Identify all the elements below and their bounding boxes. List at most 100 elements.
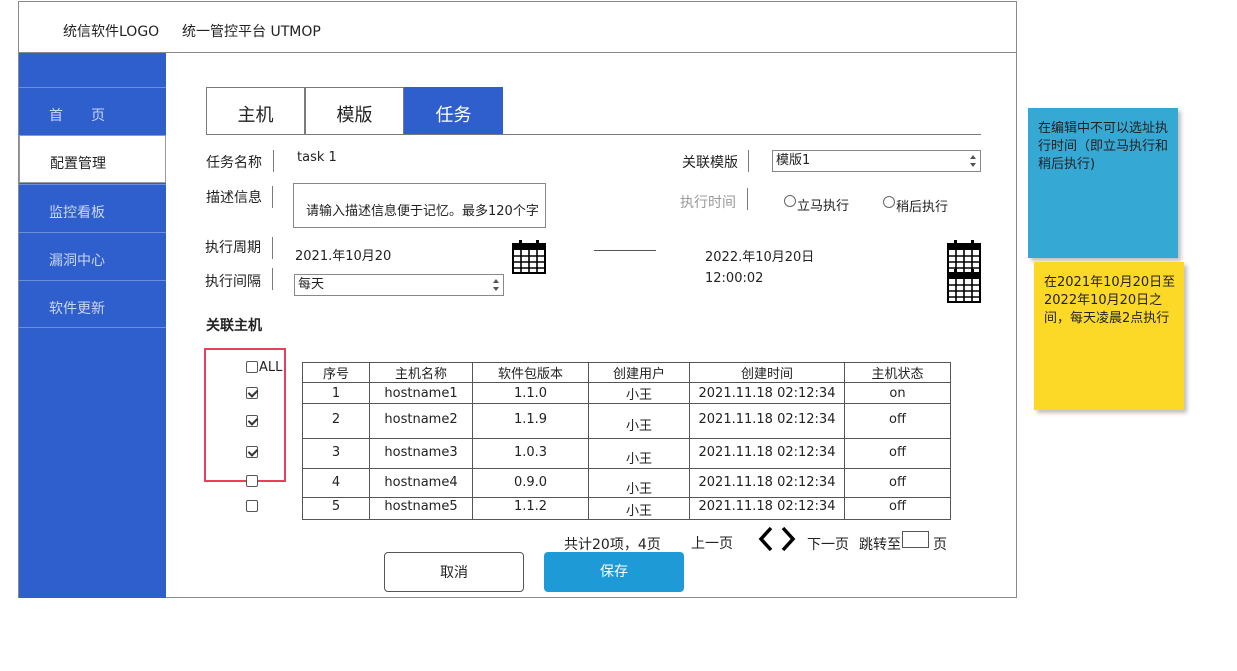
table-row[interactable]: 5 hostname5 1.1.2 小王 2021.11.18 02:12:34… — [302, 497, 951, 520]
jump-label: 跳转至 — [859, 537, 901, 553]
sticky-note-blue: 在编辑中不可以选址执行时间（即立马执行和稍后执行) — [1028, 108, 1178, 258]
cell-user: 小王 — [588, 382, 690, 404]
section-title: 关联主机 — [206, 318, 262, 334]
tab-host[interactable]: 主机 — [206, 87, 305, 135]
sidebar-item-label: 软件更新 — [49, 301, 105, 317]
table-row[interactable]: 1 hostname1 1.1.0 小王 2021.11.18 02:12:34… — [302, 382, 951, 404]
col-header: 主机名称 — [369, 362, 473, 383]
cell-status: off — [844, 403, 951, 439]
sidebar-item-monitor[interactable]: 监控看板 — [19, 184, 166, 232]
tab-task[interactable]: 任务 — [404, 87, 503, 135]
cancel-button[interactable]: 取消 — [384, 552, 524, 592]
time-icon[interactable] — [946, 268, 982, 304]
prev-page-link[interactable]: 上一页 — [691, 533, 733, 553]
cell-name: hostname1 — [369, 382, 473, 404]
cell-user: 小王 — [588, 497, 690, 520]
top-bar: 统信软件LOGO 统一管控平台 UTMOP — [18, 1, 1017, 53]
interval-select-value: 每天 — [298, 277, 325, 292]
cell-status: off — [844, 468, 951, 498]
radio-later-label: 稍后执行 — [896, 200, 949, 215]
app-title: 统一管控平台 UTMOP — [182, 24, 321, 40]
period-label: 执行周期 — [205, 240, 261, 256]
hosts-table: 序号 主机名称 软件包版本 创建用户 创建时间 主机状态 1 hostname1… — [302, 362, 951, 520]
desc-input[interactable]: 请输入描述信息便于记忆。最多120个字 — [293, 183, 546, 228]
col-header: 创建时间 — [689, 362, 845, 383]
end-date[interactable]: 2022.年10月20日 — [705, 246, 814, 265]
row-checkbox-2[interactable] — [246, 415, 258, 427]
table-row[interactable]: 2 hostname2 1.1.9 小王 2021.11.18 02:12:34… — [302, 403, 951, 439]
tab-template[interactable]: 模版 — [305, 87, 404, 135]
radio-now[interactable] — [784, 195, 796, 207]
radio-now-label: 立马执行 — [797, 199, 850, 214]
sidebar-item-home[interactable]: 首 页 — [19, 87, 166, 135]
divider — [272, 186, 273, 208]
cell-version: 1.1.2 — [472, 497, 589, 520]
desc-label: 描述信息 — [206, 190, 262, 206]
divider — [748, 150, 749, 172]
cell-time: 2021.11.18 02:12:34 — [689, 468, 845, 498]
cell-name: hostname3 — [369, 438, 473, 469]
cell-time: 2021.11.18 02:12:34 — [689, 438, 845, 469]
sidebar-item-label: 监控看板 — [49, 205, 105, 221]
col-header: 创建用户 — [588, 362, 690, 383]
cell-version: 1.0.3 — [472, 438, 589, 469]
col-header: 主机状态 — [844, 362, 951, 383]
spinner-icon — [968, 152, 978, 170]
start-date[interactable]: 2021.年10月20 — [295, 245, 391, 264]
table-row[interactable]: 3 hostname3 1.0.3 小王 2021.11.18 02:12:34… — [302, 438, 951, 469]
cell-no: 4 — [302, 468, 370, 498]
cell-time: 2021.11.18 02:12:34 — [689, 497, 845, 520]
spinner-icon — [491, 276, 501, 294]
table-row[interactable]: 4 hostname4 0.9.0 小王 2021.11.18 02:12:34… — [302, 468, 951, 498]
cell-version: 1.1.0 — [472, 382, 589, 404]
divider — [272, 237, 273, 259]
sidebar-item-config[interactable]: 配置管理 — [19, 135, 166, 183]
next-page-link[interactable]: 下一页 — [807, 534, 849, 554]
col-header: 软件包版本 — [472, 362, 589, 383]
sidebar-item-label: 首 页 — [49, 108, 105, 124]
page-jump-input[interactable] — [902, 531, 929, 548]
divider — [273, 150, 274, 172]
cell-status: off — [844, 438, 951, 469]
page-suffix: 页 — [933, 537, 947, 553]
sidebar: 首 页 配置管理 监控看板 漏洞中心 软件更新 — [19, 53, 166, 598]
tab-underline — [206, 134, 981, 135]
cell-version: 0.9.0 — [472, 468, 589, 498]
radio-later[interactable] — [883, 196, 895, 208]
interval-label: 执行间隔 — [205, 274, 261, 290]
cell-name: hostname2 — [369, 403, 473, 439]
cell-no: 5 — [302, 497, 370, 520]
cell-status: on — [844, 382, 951, 404]
divider — [272, 268, 273, 290]
cell-name: hostname5 — [369, 497, 473, 520]
prev-next-arrows-icon[interactable] — [757, 525, 797, 553]
cell-no: 2 — [302, 403, 370, 439]
row-checkbox-5[interactable] — [246, 500, 258, 512]
save-button[interactable]: 保存 — [544, 552, 684, 592]
select-all-label: ALL — [259, 360, 283, 375]
select-all-checkbox[interactable] — [246, 361, 258, 373]
pagination-summary: 共计20项，4页 — [564, 537, 661, 553]
end-time[interactable]: 12:00:02 — [705, 271, 763, 286]
table-header-row: 序号 主机名称 软件包版本 创建用户 创建时间 主机状态 — [302, 362, 951, 383]
sidebar-item-vuln[interactable]: 漏洞中心 — [19, 232, 166, 280]
calendar-icon[interactable] — [511, 239, 547, 275]
template-select-value: 模版1 — [776, 153, 811, 168]
cell-user: 小王 — [588, 468, 690, 498]
cell-name: hostname4 — [369, 468, 473, 498]
template-label: 关联模版 — [682, 155, 738, 171]
template-select[interactable]: 模版1 — [772, 150, 981, 172]
row-checkbox-1[interactable] — [246, 387, 258, 399]
row-checkbox-3[interactable] — [246, 446, 258, 458]
cell-user: 小王 — [588, 438, 690, 469]
interval-select[interactable]: 每天 — [294, 274, 504, 296]
task-name-label: 任务名称 — [206, 155, 262, 171]
sidebar-item-update[interactable]: 软件更新 — [19, 280, 166, 328]
cell-version: 1.1.9 — [472, 403, 589, 439]
cell-no: 3 — [302, 438, 370, 469]
sidebar-item-label: 配置管理 — [50, 156, 106, 172]
cell-user: 小王 — [588, 403, 690, 439]
task-name-value[interactable]: task 1 — [297, 150, 337, 165]
col-header: 序号 — [302, 362, 370, 383]
row-checkbox-4[interactable] — [246, 475, 258, 487]
